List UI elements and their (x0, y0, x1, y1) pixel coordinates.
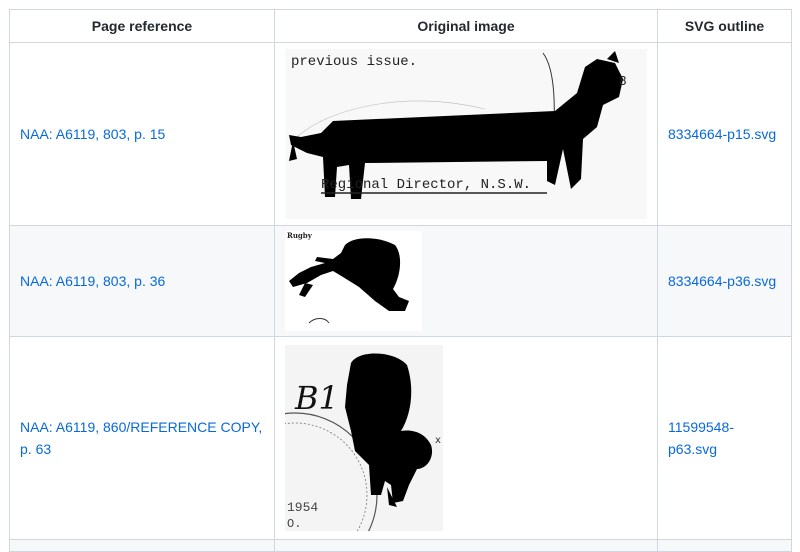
original-image-cell: B1 1954 O. x (274, 336, 658, 540)
table-row: NAA: A6119, 803, p. 36 Rugby 8334664-p36… (9, 225, 792, 337)
original-image-cell: previous issue. Regional Director, N.S.W… (274, 42, 658, 226)
header-svg-outline: SVG outline (657, 9, 792, 43)
image-text: Regional Director, N.S.W. (321, 177, 531, 193)
image-text: O. (287, 517, 301, 531)
svg-text:8: 8 (619, 74, 627, 88)
table-row: NAA: A6119, 803, p. 15 previous issue. R… (9, 42, 792, 226)
page-reference-cell: NAA: A6119, 860/REFERENCE COPY, p. 63 (9, 336, 275, 540)
page-reference-link[interactable]: NAA: A6119, 803, p. 36 (20, 273, 165, 289)
records-table-container: Page reference Original image SVG outlin… (9, 9, 792, 552)
svg-outline-link[interactable]: 11599548-p63.svg (668, 419, 734, 457)
table-header-row: Page reference Original image SVG outlin… (9, 9, 792, 43)
svg-outline-cell: 11599548-p63.svg (657, 336, 792, 540)
header-page-reference: Page reference (9, 9, 275, 43)
page-reference-link[interactable]: NAA: A6119, 803, p. 15 (20, 126, 165, 142)
page-reference-cell: NAA: A6119, 803, p. 15 (9, 42, 275, 226)
page-reference-link[interactable]: NAA: A6119, 860/REFERENCE COPY, p. 63 (20, 419, 262, 457)
svg-text:x: x (435, 435, 441, 446)
page-reference-cell: NAA: A6119, 803, p. 36 (9, 225, 275, 337)
svg-outline-link[interactable]: 8334664-p36.svg (668, 273, 776, 289)
svg-outline-cell: 8334664-p36.svg (657, 225, 792, 337)
svg-outline-link[interactable]: 8334664-p15.svg (668, 126, 776, 142)
image-text: B1 (294, 379, 339, 417)
image-text: previous issue. (291, 54, 417, 70)
image-text: Rugby (287, 231, 313, 240)
svg-outline-cell: 8334664-p15.svg (657, 42, 792, 226)
table-row: NAA: A6119, 860/REFERENCE COPY, p. 63 B1… (9, 336, 792, 540)
records-table: Page reference Original image SVG outlin… (9, 9, 792, 552)
original-image-thumbnail[interactable]: Rugby (285, 231, 422, 331)
header-original-image: Original image (274, 9, 658, 43)
image-text: 1954 (287, 500, 318, 515)
original-image-cell: Rugby (274, 225, 658, 337)
original-image-thumbnail[interactable]: previous issue. Regional Director, N.S.W… (285, 49, 647, 219)
original-image-thumbnail[interactable]: B1 1954 O. x (285, 345, 443, 531)
